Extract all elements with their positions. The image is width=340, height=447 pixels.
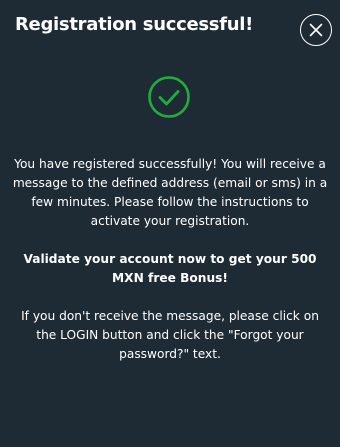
- registration-success-modal: Registration successful! You have regist…: [0, 0, 340, 447]
- close-button[interactable]: [300, 14, 332, 46]
- message-body: You have registered successfully! You wi…: [10, 155, 330, 364]
- success-message: You have registered successfully! You wi…: [12, 157, 328, 228]
- help-message: If you don't receive the message, please…: [21, 309, 319, 361]
- check-circle-icon: [148, 76, 190, 118]
- modal-title: Registration successful!: [15, 14, 254, 35]
- close-icon: [309, 23, 323, 37]
- bonus-message: Validate your account now to get your 50…: [23, 252, 317, 285]
